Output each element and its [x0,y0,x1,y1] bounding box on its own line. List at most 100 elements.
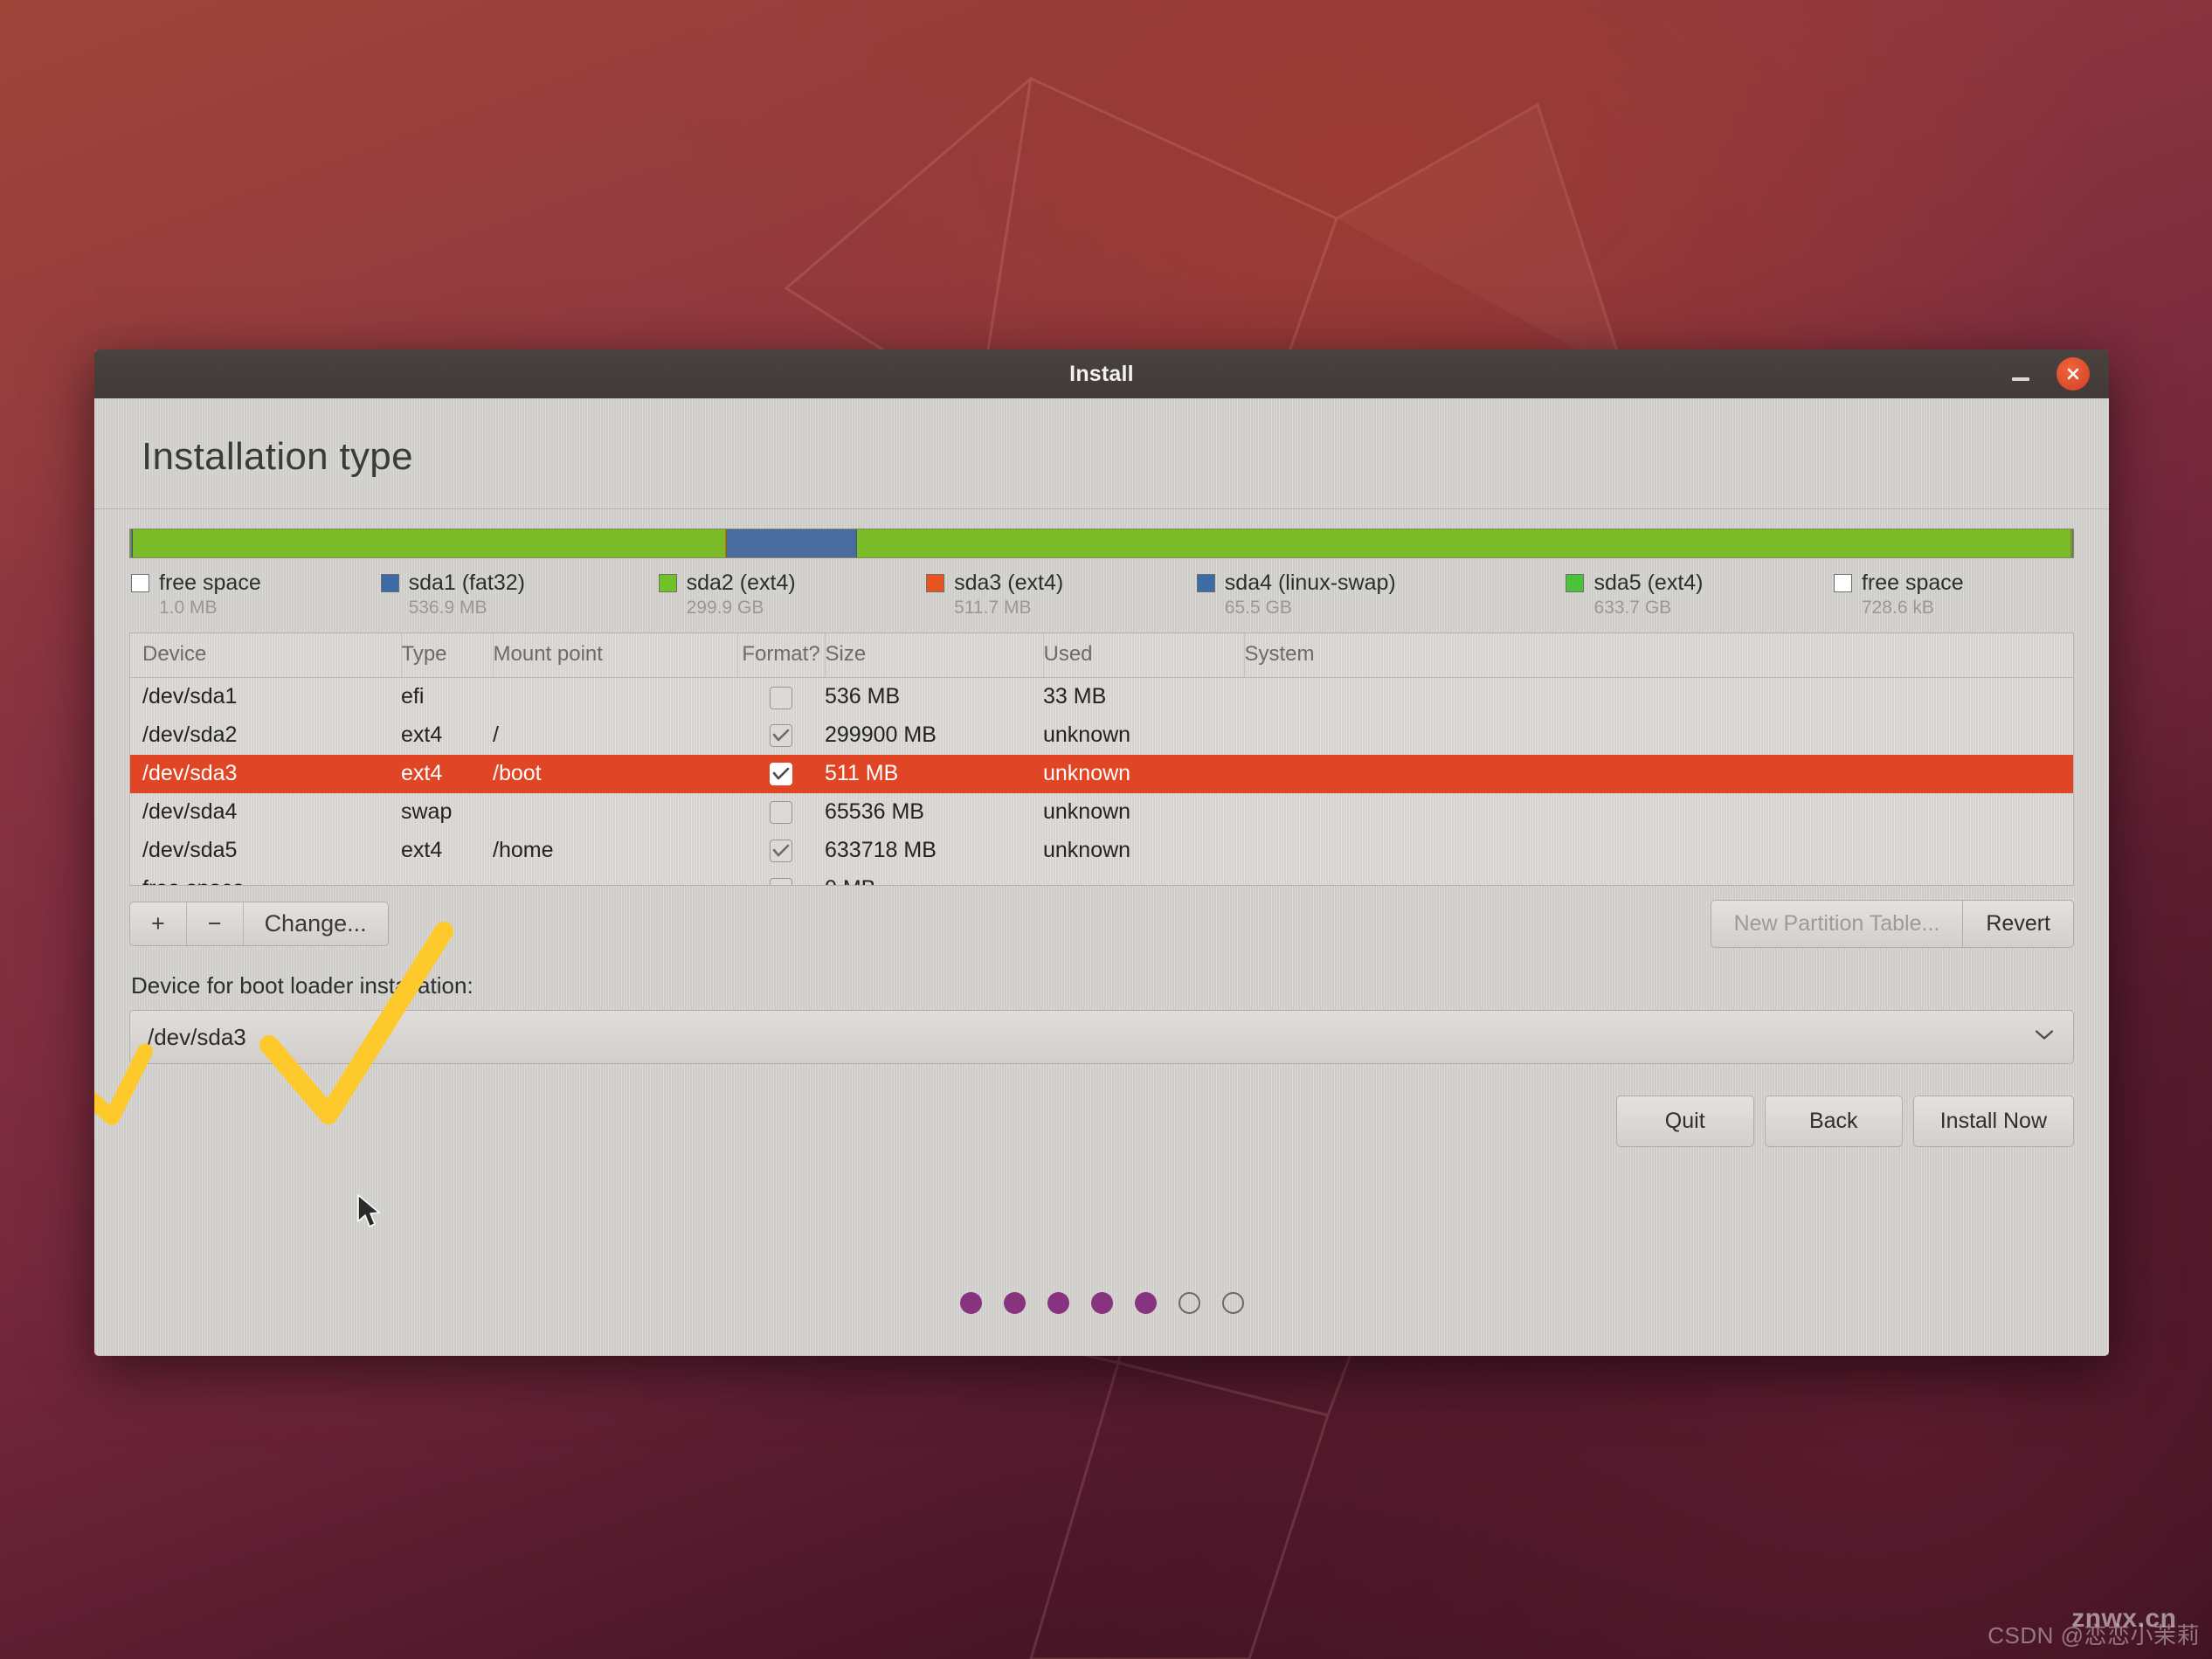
partition-bar-segment[interactable] [726,529,857,557]
progress-dot [959,1292,982,1314]
format-checkbox[interactable] [770,763,792,786]
cell-format[interactable] [737,754,825,793]
cell-used: unknown [1043,722,1131,747]
legend-size: 65.5 GB [1224,598,1292,618]
legend-color-swatch [380,574,399,592]
cell-format[interactable] [737,678,825,716]
cell-system [1244,716,2073,755]
progress-dot [1221,1292,1244,1314]
table-row[interactable]: /dev/sda5 ext4/home 633718 MB unknown [130,832,2073,870]
partition-bar-area: free space 1.0 MB sda1 (fat32) 536.9 MB sda2… [122,529,2081,619]
format-checkbox[interactable] [770,724,792,748]
window-body: Installation type free space 1.0 MB sda1 (… [94,398,2109,1356]
partition-table-container[interactable]: Device Type Mount point Format? Size Use… [129,632,2074,886]
cell-mount-point [493,793,737,832]
legend-item: sda2 (ext4) 299.9 GB [658,570,927,619]
close-icon[interactable] [2056,357,2090,391]
bootloader-select[interactable]: /dev/sda3 [129,1010,2074,1064]
title-divider [94,508,2109,509]
cell-system [1244,832,2073,870]
table-row[interactable]: /dev/sda3 ext4/boot 511 MB unknown [130,754,2073,793]
format-checkbox[interactable] [770,801,792,825]
legend-color-swatch [926,574,945,592]
progress-dot [1134,1292,1157,1314]
format-checkbox[interactable] [770,840,792,863]
legend-size: 511.7 MB [954,598,1032,618]
cell-size: 511 MB [825,754,1043,793]
add-remove-group: + − Change... [129,902,389,946]
remove-partition-button[interactable]: − [187,902,244,945]
minimize-icon[interactable] [2008,361,2034,387]
cell-type: swap [401,799,453,824]
table-row[interactable]: /dev/sda2 ext4 / 299900 MB unknown [130,716,2073,755]
cell-size: 633718 MB [825,838,937,862]
cell-device: /dev/sda1 [142,684,238,709]
progress-dot [1047,1292,1069,1314]
quit-button[interactable]: Quit [1615,1096,1754,1147]
legend-size: 299.9 GB [686,598,764,618]
new-partition-table-button[interactable]: New Partition Table... [1710,900,1963,948]
table-header-row: Device Type Mount point Format? Size Use… [130,633,2073,678]
partition-bar-segment[interactable] [856,529,2072,557]
partition-table-body: /dev/sda1 efi 536 MB 33 MB/dev/sda2 ext4/299… [130,678,2073,886]
cell-type: ext4 [401,722,443,747]
cell-device: /dev/sda2 [142,722,238,747]
table-row[interactable]: free space 0 MB [130,870,2073,886]
table-row[interactable]: /dev/sda4 swap 65536 MB unknown [130,793,2073,832]
partition-bar-segment[interactable] [2071,529,2073,557]
partition-bar-segment[interactable] [132,529,726,557]
partition-table: Device Type Mount point Format? Size Use… [130,633,2073,886]
column-header-device[interactable]: Device [130,633,402,678]
cell-used: unknown [1043,838,1131,862]
cell-format[interactable] [737,793,825,832]
table-action-controls: New Partition Table... Revert [1710,900,2074,948]
cell-system [1244,678,2073,716]
install-now-button[interactable]: Install Now [1912,1096,2074,1147]
page-title: Installation type [142,435,413,478]
change-partition-button[interactable]: Change... [244,902,388,944]
legend-size: 536.9 MB [408,598,487,618]
legend-color-swatch [1196,574,1215,592]
column-header-size[interactable]: Size [825,633,1044,678]
navigation-buttons: Quit Back Install Now [122,1064,2081,1147]
column-header-mount-point[interactable]: Mount point [493,633,738,678]
legend-item: sda5 (ext4) 633.7 GB [1566,570,1834,619]
legend-label: free space [1861,570,1964,595]
cell-type: efi [401,684,425,709]
column-header-type[interactable]: Type [401,633,494,678]
mouse-cursor [357,1194,380,1227]
cell-used: unknown [1043,754,1244,793]
cell-used: unknown [1043,799,1131,824]
cell-mount-point: /home [493,838,554,862]
bootloader-selected-value: /dev/sda3 [148,1023,246,1050]
csdn-watermark: CSDN @恋恋小茉莉 znwx.cn [1987,1604,2200,1650]
legend-size: 1.0 MB [159,598,218,618]
cell-type [401,870,493,886]
cell-device: /dev/sda4 [142,799,238,824]
cell-mount-point: /boot [493,754,737,793]
format-checkbox[interactable] [770,686,792,709]
cell-used [1043,870,1244,886]
legend-label: sda1 (fat32) [408,570,525,595]
legend-item: sda1 (fat32) 536.9 MB [380,570,659,619]
cell-device: /dev/sda3 [130,754,401,793]
column-header-system[interactable]: System [1244,633,2073,678]
column-header-used[interactable]: Used [1043,633,1245,678]
back-button[interactable]: Back [1764,1096,1903,1147]
legend-item: free space 728.6 kB [1833,570,2074,619]
add-partition-button[interactable]: + [130,902,187,945]
legend-color-swatch [1833,574,1852,592]
cell-format[interactable] [737,716,825,755]
cell-format[interactable] [737,832,825,870]
cell-format[interactable] [737,870,825,885]
cell-system [1244,793,2073,832]
partition-action-bar: + − Change... New Partition Table... Rev… [122,886,2081,948]
cell-mount-point [493,678,737,716]
column-header-format[interactable]: Format? [737,633,826,678]
table-row[interactable]: /dev/sda1 efi 536 MB 33 MB [130,678,2073,716]
revert-button[interactable]: Revert [1962,900,2074,948]
legend-size: 728.6 kB [1861,598,1934,618]
format-checkbox[interactable] [770,878,792,885]
legend-label: sda4 (linux-swap) [1224,570,1396,595]
legend-color-swatch [1566,574,1585,592]
